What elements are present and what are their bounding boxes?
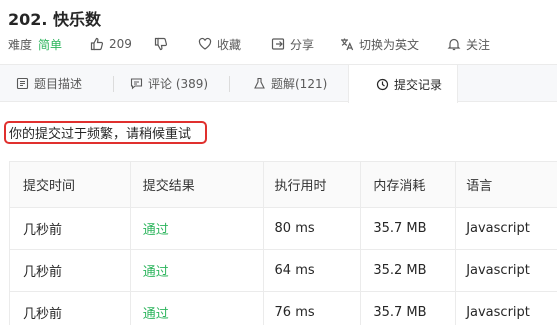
- like-button[interactable]: 209: [90, 37, 132, 51]
- clock-icon: [376, 78, 389, 91]
- language: Javascript: [466, 305, 530, 320]
- document-icon: [16, 77, 29, 90]
- comment-icon: [130, 77, 143, 90]
- submit-time: 几秒前: [10, 208, 131, 249]
- result-cell: 通过: [131, 208, 264, 249]
- memory: 35.7 MB: [361, 292, 457, 325]
- memory: 35.2 MB: [361, 250, 457, 291]
- thumbs-up-icon: [90, 37, 104, 51]
- tab-solutions-label: 题解(121): [271, 77, 328, 91]
- collect-label: 收藏: [216, 37, 241, 52]
- flask-icon: [253, 77, 266, 90]
- table-header-row: 提交时间 提交结果 执行用时 内存消耗 语言: [10, 162, 557, 208]
- difficulty-label: 难度: [8, 37, 33, 52]
- share-label: 分享: [289, 37, 314, 52]
- tab-description[interactable]: 题目描述: [16, 65, 82, 102]
- like-count: 209: [109, 37, 132, 51]
- submissions-table: 提交时间 提交结果 执行用时 内存消耗 语言 几秒前 通过 80 ms 35.7…: [9, 161, 557, 325]
- header-language[interactable]: 语言: [456, 162, 557, 207]
- thumbs-down-icon: [154, 37, 168, 51]
- dislike-button[interactable]: [154, 37, 168, 51]
- difficulty-value: 简单: [38, 37, 63, 52]
- collect-button[interactable]: 收藏: [198, 36, 241, 53]
- follow-button[interactable]: 关注: [447, 36, 490, 53]
- tab-divider: [229, 76, 230, 92]
- memory: 35.7 MB: [361, 208, 457, 249]
- result-link[interactable]: 通过: [143, 303, 169, 322]
- problem-title: 202. 快乐数: [8, 10, 102, 29]
- bell-icon: [447, 37, 461, 51]
- translate-icon: [340, 37, 354, 51]
- tab-comments-label: 评论 (389): [148, 77, 209, 91]
- submit-time: 几秒前: [10, 250, 131, 291]
- header-submit-time[interactable]: 提交时间: [10, 162, 131, 207]
- tab-solutions[interactable]: 题解(121): [253, 65, 327, 102]
- result-cell: 通过: [131, 250, 264, 291]
- header-runtime[interactable]: 执行用时: [264, 162, 362, 207]
- table-row: 几秒前 通过 76 ms 35.7 MB Javascript: [10, 292, 557, 325]
- result-link[interactable]: 通过: [143, 219, 169, 238]
- problem-meta-bar: 难度 简单 209 收藏 分享 切换为英文 关注: [8, 34, 490, 54]
- result-link[interactable]: 通过: [143, 261, 169, 280]
- tab-submissions[interactable]: 提交记录: [348, 65, 458, 103]
- language: Javascript: [466, 221, 530, 236]
- tab-divider: [113, 76, 114, 92]
- share-button[interactable]: 分享: [271, 36, 314, 53]
- table-row: 几秒前 通过 64 ms 35.2 MB Javascript: [10, 250, 557, 292]
- switch-language-label: 切换为英文: [358, 37, 419, 52]
- switch-language-button[interactable]: 切换为英文: [340, 36, 419, 53]
- table-row: 几秒前 通过 80 ms 35.7 MB Javascript: [10, 208, 557, 250]
- tab-submissions-label: 提交记录: [394, 77, 443, 92]
- tab-bar: 题目描述 评论 (389) 题解(121) 提交记录: [0, 64, 557, 103]
- runtime: 76 ms: [264, 292, 362, 325]
- share-icon: [271, 37, 285, 51]
- result-cell: 通过: [131, 292, 264, 325]
- runtime: 64 ms: [264, 250, 362, 291]
- header-memory[interactable]: 内存消耗: [361, 162, 457, 207]
- language: Javascript: [466, 263, 530, 278]
- tab-comments[interactable]: 评论 (389): [130, 65, 208, 102]
- submit-time: 几秒前: [10, 292, 131, 325]
- tab-description-label: 题目描述: [34, 77, 83, 91]
- heart-icon: [198, 37, 212, 51]
- follow-label: 关注: [465, 37, 490, 52]
- runtime: 80 ms: [264, 208, 362, 249]
- header-submit-result[interactable]: 提交结果: [131, 162, 264, 207]
- rate-limit-warning: 你的提交过于频繁，请稍候重试: [4, 121, 207, 144]
